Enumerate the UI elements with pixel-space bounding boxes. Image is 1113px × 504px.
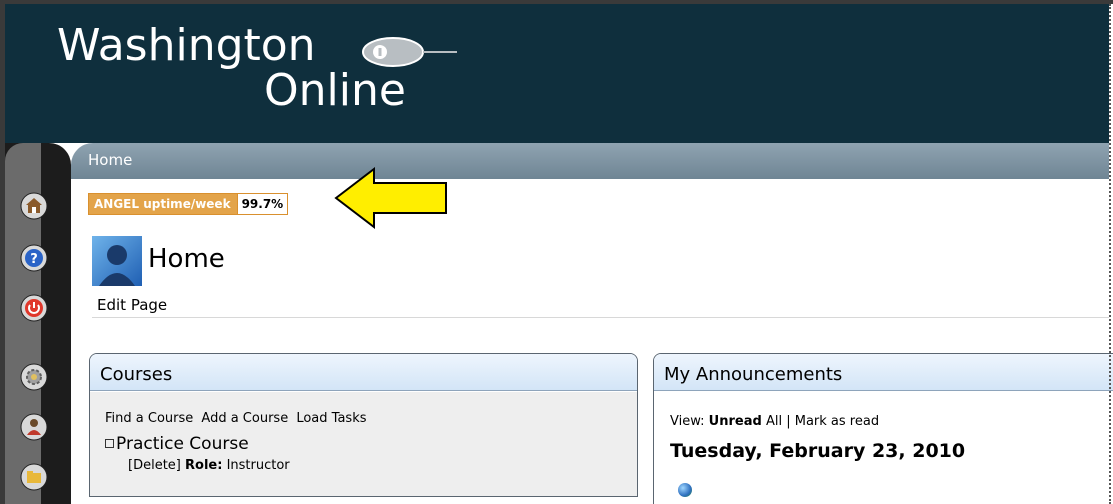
find-course-link[interactable]: Find a Course [105,411,193,426]
courses-body: Find a Course Add a Course Load Tasks Pr… [90,392,637,496]
help-icon[interactable]: ? [20,244,48,272]
course-links: Find a Course Add a Course Load Tasks [105,411,371,426]
arrow-annotation-icon [334,167,447,229]
window-frame-top [0,0,1113,4]
course-expand-icon[interactable] [105,439,114,448]
add-course-link[interactable]: Add a Course [201,411,288,426]
delete-link[interactable]: [Delete] [128,458,181,473]
mouse-logo-icon [362,37,457,67]
svg-text:?: ? [30,252,38,267]
page-title: Home [148,244,225,274]
course-item[interactable]: Practice Course [105,434,249,454]
edit-page-link[interactable]: Edit Page [97,296,167,314]
uptime-label: ANGEL uptime/week [89,194,237,214]
logo-online: Online [264,65,406,116]
announcements-panel: My Announcements View: Unread All | Mark… [653,353,1113,504]
courses-panel: Courses Find a Course Add a Course Load … [89,353,638,497]
page: Washington Online ? Home ANGEL uptime/we… [0,0,1113,504]
avatar [92,236,142,286]
course-meta: [Delete] Role: Instructor [128,458,290,473]
tab-bar: Home [71,143,1109,179]
announcements-title: My Announcements [654,354,1113,391]
courses-title: Courses [90,354,637,391]
load-tasks-link[interactable]: Load Tasks [296,411,366,426]
window-edge-dotted [1109,4,1111,504]
globe-icon [678,483,692,497]
uptime-badge: ANGEL uptime/week 99.7% [88,193,289,215]
announcement-date: Tuesday, February 23, 2010 [670,440,966,462]
logo-washington: Washington [57,20,316,71]
tab-home[interactable]: Home [88,151,132,169]
view-filter: View: Unread All | Mark as read [670,414,879,429]
view-unread-link[interactable]: Unread [709,414,762,429]
site-header: Washington Online [5,4,1109,143]
uptime-value: 99.7% [236,194,288,214]
role-value: Instructor [226,458,290,473]
course-name[interactable]: Practice Course [116,434,249,454]
user-icon[interactable] [20,413,48,441]
mark-as-read-link[interactable]: Mark as read [795,414,879,429]
folder-icon[interactable] [20,463,48,491]
view-separator: | [786,414,791,429]
announcements-body: View: Unread All | Mark as read Tuesday,… [654,392,1113,504]
logout-icon[interactable] [20,294,48,322]
role-label: Role: [185,458,223,473]
view-all-link[interactable]: All [766,414,782,429]
home-icon[interactable] [20,192,48,220]
divider [92,317,1109,318]
view-label: View: [670,414,705,429]
settings-icon[interactable] [20,363,48,391]
